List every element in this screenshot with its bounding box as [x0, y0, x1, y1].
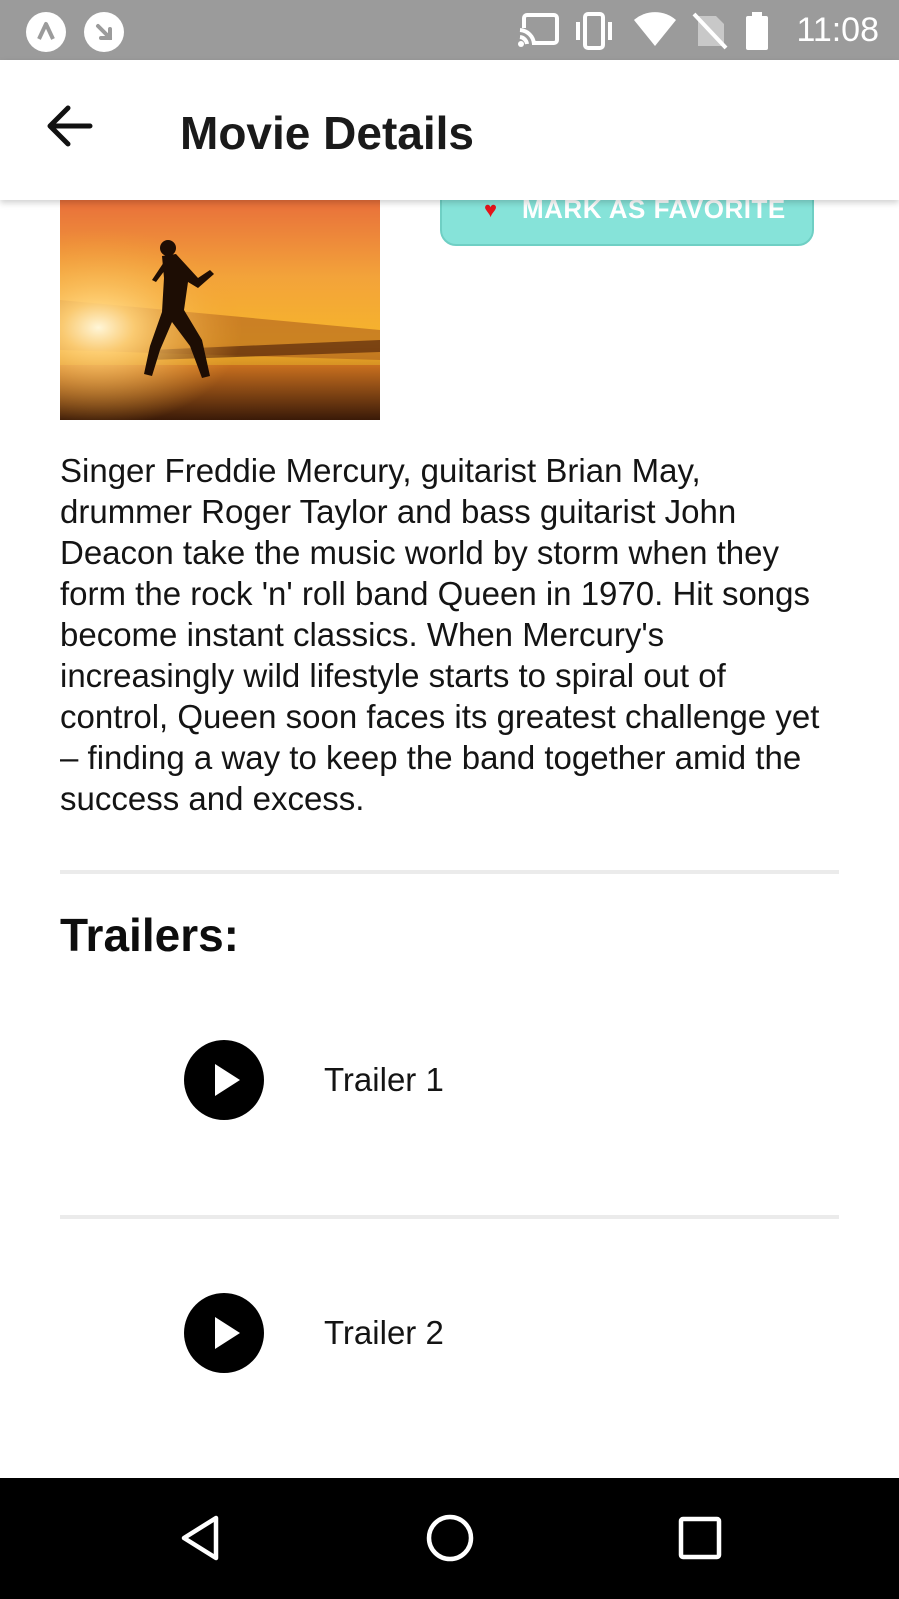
divider	[60, 870, 839, 874]
back-triangle-icon	[181, 1515, 219, 1561]
cast-icon	[518, 13, 559, 48]
wifi-icon	[634, 12, 676, 46]
trailer-item-1[interactable]: Trailer 1	[60, 1040, 839, 1200]
divider	[60, 1215, 839, 1219]
favorite-button-label: MARK AS FAVORITE	[522, 200, 786, 224]
recents-square-icon	[678, 1516, 722, 1560]
trailer-label: Trailer 2	[324, 1314, 444, 1351]
nav-recents-button[interactable]	[670, 1508, 730, 1568]
vibrate-icon	[576, 12, 612, 50]
app-bar: Movie Details	[0, 60, 899, 200]
trailers-heading: Trailers:	[60, 909, 239, 961]
status-bar: 11:08	[0, 0, 899, 60]
trailer-label: Trailer 1	[324, 1061, 444, 1098]
notification-app-icon	[26, 12, 66, 52]
heart-icon: ♥	[484, 200, 498, 222]
home-circle-icon	[426, 1514, 474, 1562]
play-icon[interactable]	[184, 1293, 264, 1373]
movie-poster	[60, 200, 380, 420]
battery-icon	[746, 12, 768, 50]
nav-back-button[interactable]	[170, 1508, 230, 1568]
trailer-item-2[interactable]: Trailer 2	[60, 1293, 839, 1453]
back-button[interactable]	[38, 94, 102, 158]
no-sim-icon	[692, 12, 728, 50]
play-icon[interactable]	[184, 1040, 264, 1120]
arrow-back-icon	[47, 105, 93, 147]
movie-overview: Singer Freddie Mercury, guitarist Brian …	[60, 452, 820, 817]
navigation-bar	[0, 1478, 899, 1599]
nav-home-button[interactable]	[420, 1508, 480, 1568]
notification-download-icon	[84, 12, 124, 52]
movie-details-scroll[interactable]: ♥ MARK AS FAVORITE Singer Freddie Mercur…	[0, 200, 899, 1478]
mark-as-favorite-button[interactable]: ♥ MARK AS FAVORITE	[440, 200, 814, 246]
page-title: Movie Details	[180, 107, 474, 159]
status-time: 11:08	[796, 11, 879, 49]
